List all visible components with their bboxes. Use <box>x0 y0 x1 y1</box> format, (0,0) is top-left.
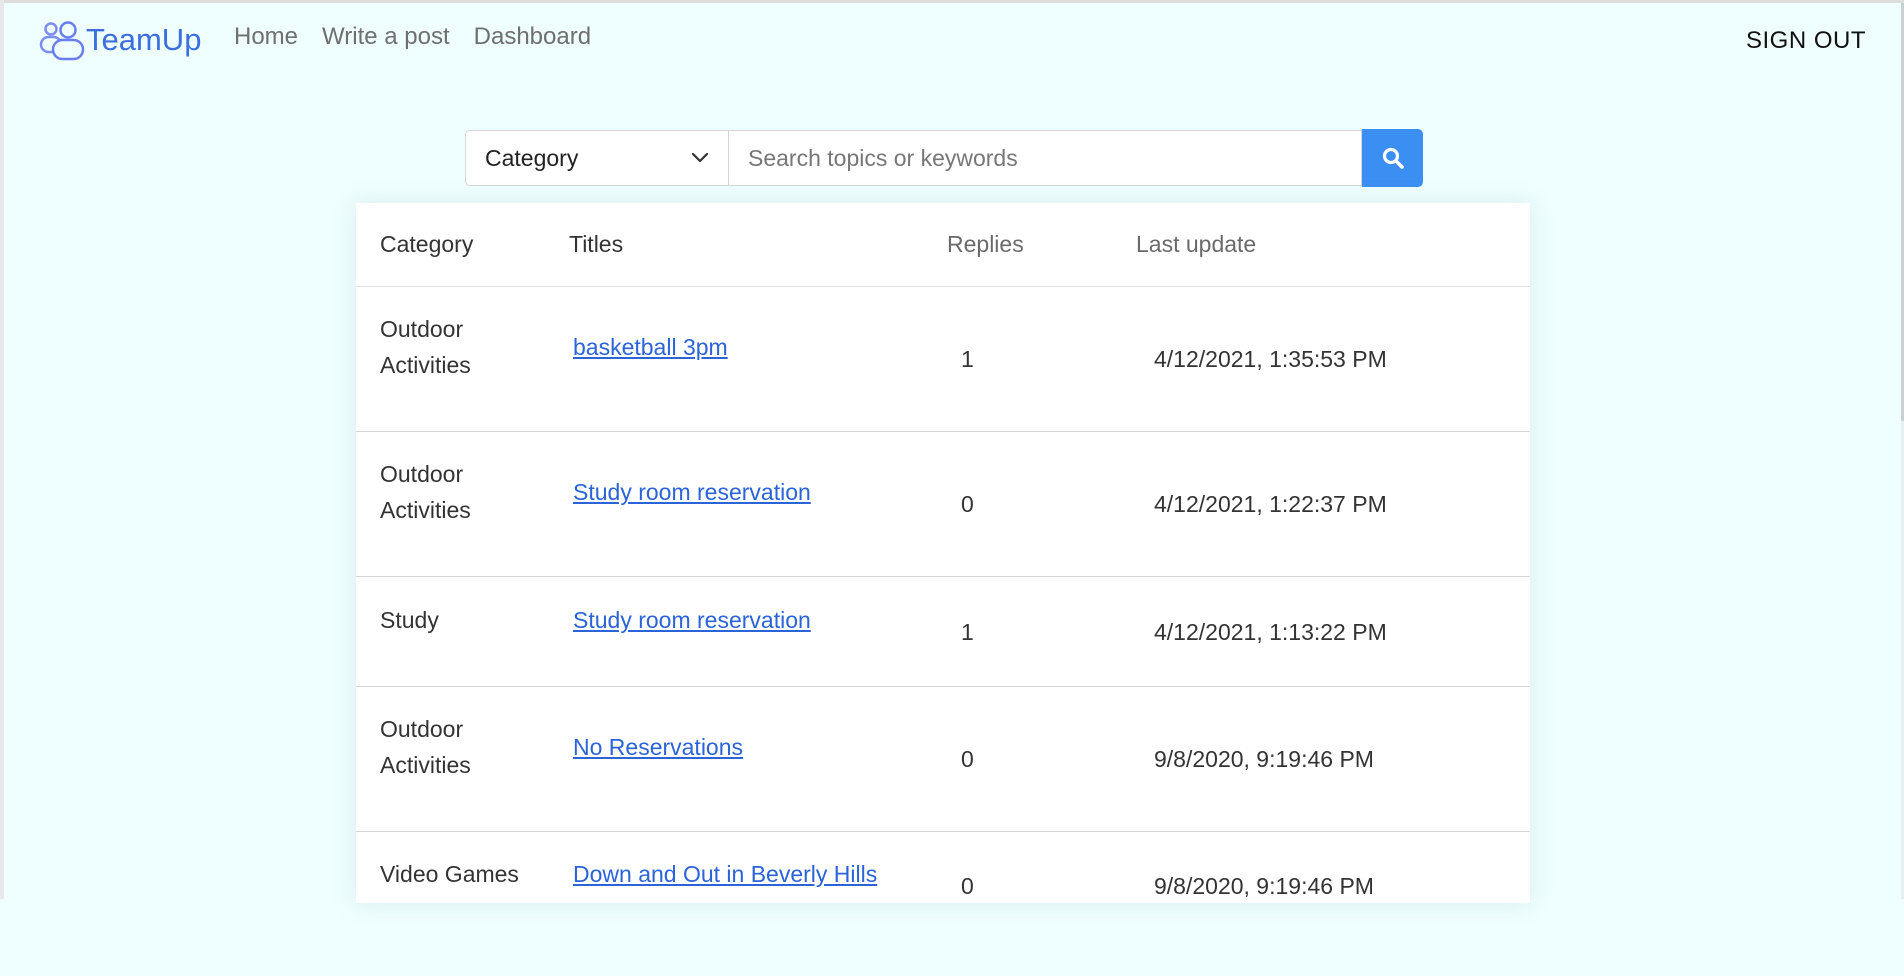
table-header: Category Titles Replies Last update <box>356 203 1530 287</box>
sign-out-button[interactable]: SIGN OUT <box>1746 24 1866 58</box>
search-icon <box>1382 147 1404 169</box>
table-row: Outdoor Activities No Reservations 0 9/8… <box>356 687 1530 832</box>
table-row: Outdoor Activities Study room reservatio… <box>356 432 1530 577</box>
header-last-update: Last update <box>1136 231 1257 257</box>
nav-links: Home Write a post Dashboard <box>234 20 591 54</box>
nav-home[interactable]: Home <box>234 20 298 54</box>
table-row: Outdoor Activities basketball 3pm 1 4/12… <box>356 287 1530 432</box>
brand-link[interactable]: TeamUp <box>38 18 201 62</box>
search-button[interactable] <box>1362 129 1423 187</box>
row-category: Study <box>380 607 439 633</box>
row-title-link[interactable]: basketball 3pm <box>573 329 728 365</box>
table-row: Study Study room reservation 1 4/12/2021… <box>356 577 1530 687</box>
row-category: Outdoor Activities <box>380 716 471 778</box>
chevron-down-icon <box>691 152 709 163</box>
nav-write-post[interactable]: Write a post <box>322 20 450 54</box>
header-category: Category <box>380 231 474 257</box>
row-title-link[interactable]: No Reservations <box>573 729 743 765</box>
row-last-update: 4/12/2021, 1:35:53 PM <box>1154 346 1387 372</box>
table-row: Video Games Down and Out in Beverly Hill… <box>356 832 1530 976</box>
search-bar: Category Search topics or keywords <box>465 129 1423 188</box>
header-titles: Titles <box>569 231 624 257</box>
category-select-value: Category <box>485 144 579 171</box>
row-category: Outdoor Activities <box>380 316 471 378</box>
row-replies: 0 <box>961 746 974 772</box>
row-last-update: 4/12/2021, 1:13:22 PM <box>1154 619 1387 645</box>
row-title-link[interactable]: Study room reservation <box>573 602 811 638</box>
window-left-border <box>0 0 4 899</box>
header-replies: Replies <box>947 231 1024 257</box>
row-replies: 0 <box>961 491 974 517</box>
search-input[interactable]: Search topics or keywords <box>729 130 1362 186</box>
nav-dashboard[interactable]: Dashboard <box>474 20 591 54</box>
row-replies: 1 <box>961 346 974 372</box>
row-title-link[interactable]: Down and Out in Beverly Hills <box>573 856 877 892</box>
navbar: TeamUp Home Write a post Dashboard SIGN … <box>0 0 1904 80</box>
row-last-update: 9/8/2020, 9:19:46 PM <box>1154 746 1374 772</box>
brand-name: TeamUp <box>86 22 202 57</box>
category-select[interactable]: Category <box>465 130 729 186</box>
row-category: Video Games <box>380 861 519 887</box>
posts-table: Category Titles Replies Last update Outd… <box>356 203 1530 903</box>
row-last-update: 4/12/2021, 1:22:37 PM <box>1154 491 1387 517</box>
row-category: Outdoor Activities <box>380 461 471 523</box>
team-icon <box>39 21 85 61</box>
row-replies: 1 <box>961 619 974 645</box>
row-title-link[interactable]: Study room reservation <box>573 474 811 510</box>
